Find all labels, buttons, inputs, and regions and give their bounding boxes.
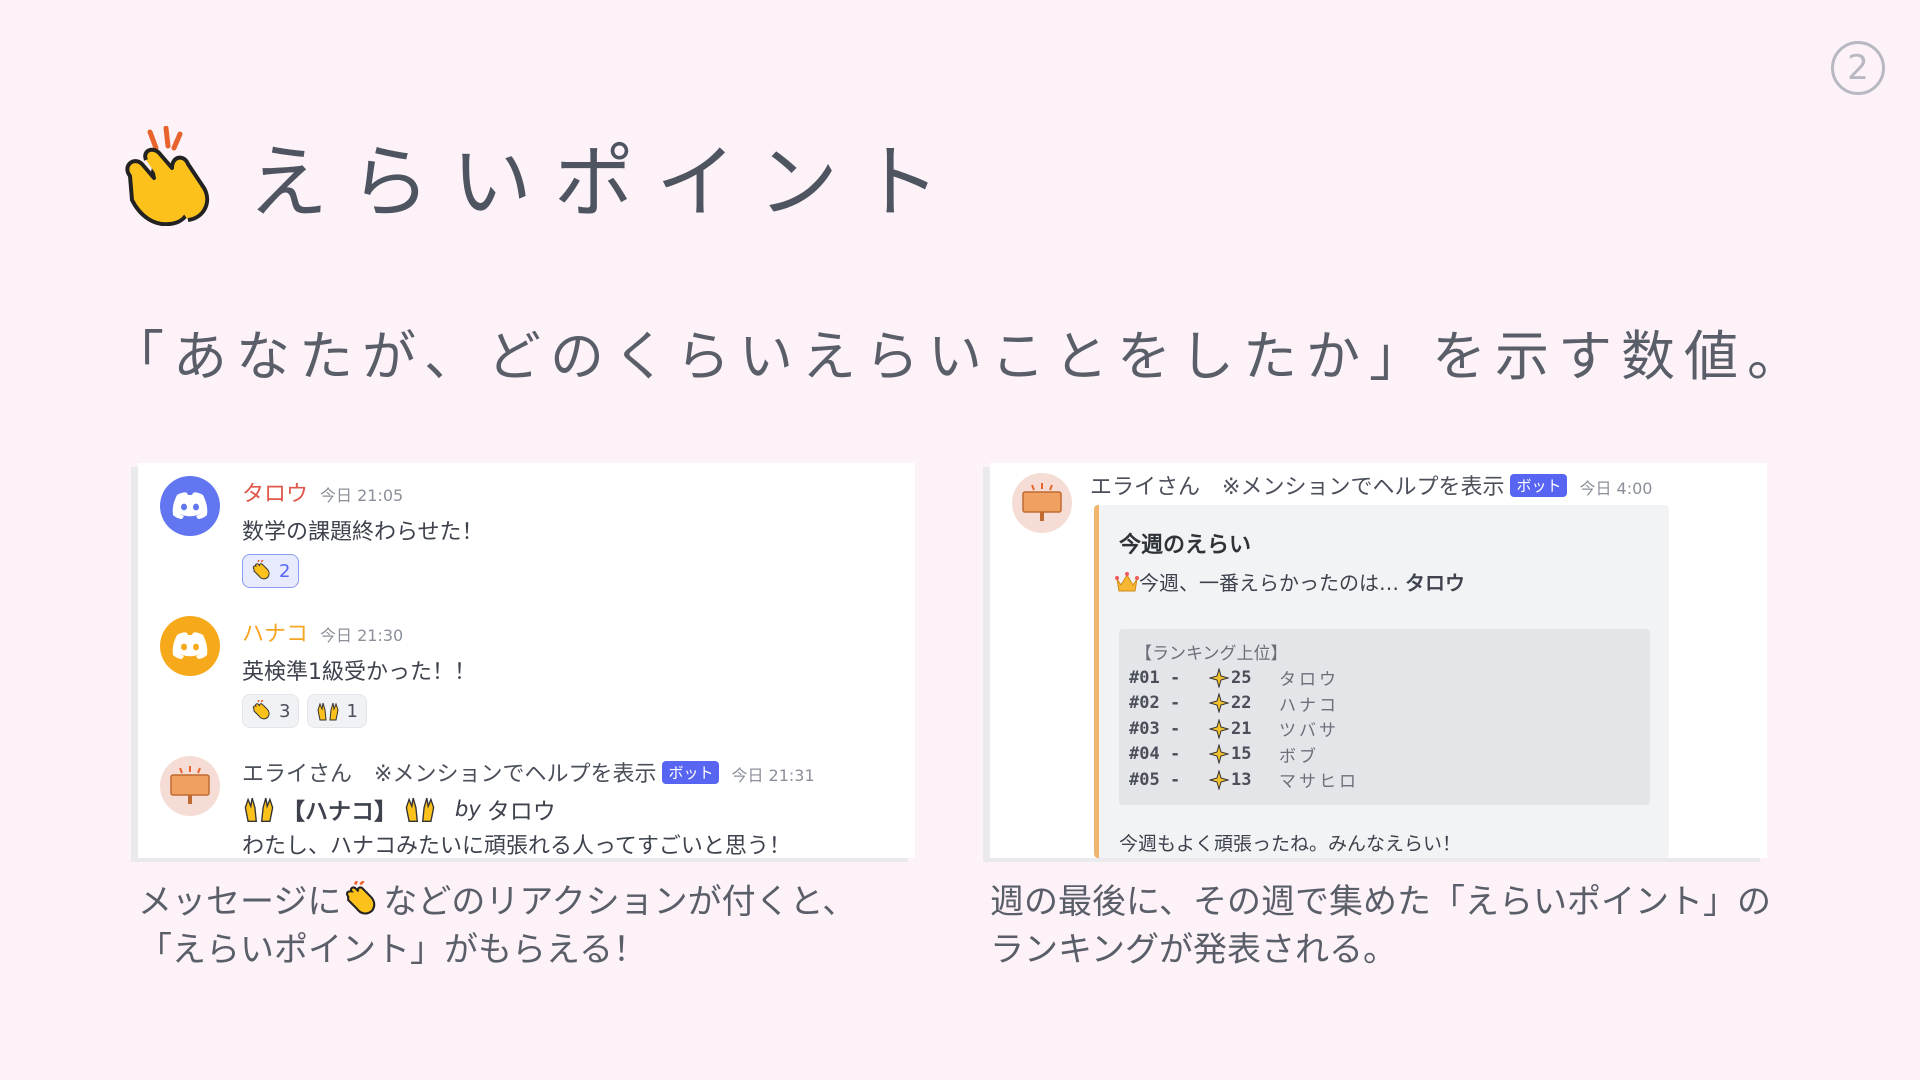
- rank-number: #01 -: [1129, 667, 1181, 688]
- reaction-count: 1: [346, 700, 358, 722]
- bot-tag: ボット: [1510, 474, 1568, 497]
- rank-user-name: ボブ: [1279, 746, 1319, 767]
- avatar: [160, 476, 220, 536]
- raising-hands-icon: [317, 702, 339, 721]
- bot-username[interactable]: エライさん: [1090, 469, 1200, 501]
- reaction-count: 3: [279, 700, 291, 722]
- ranking-row: #01 - 25 タロウ: [1129, 665, 1640, 691]
- ranking-list: #01 -25 タロウ #02 -22 ハナコ #03 -21 ツバサ #04 -15 ボブ #…: [1129, 665, 1640, 793]
- praise-name: 【ハナコ】: [282, 799, 397, 825]
- caption-right: 週の最後に、その週で集めた「えらいポイント」の ランキングが発表される。: [990, 878, 1771, 974]
- score-value: 22: [1231, 693, 1252, 714]
- rank-score: 13: [1209, 769, 1279, 790]
- reactions: 2: [242, 554, 892, 588]
- ranking-row: #04 - 15 ボブ: [1129, 742, 1640, 768]
- caption-text: などのリアクションが付くと、: [383, 882, 857, 922]
- timestamp: 今日 4:00: [1579, 479, 1653, 498]
- username[interactable]: ハナコ: [242, 616, 308, 648]
- rank-number: #03 -: [1129, 718, 1181, 739]
- ranking-row: #03 - 21 ツバサ: [1129, 716, 1640, 742]
- timestamp: 今日 21:31: [731, 766, 815, 785]
- title-row: えらいポイント: [120, 118, 962, 234]
- clapping-hands-icon: [252, 700, 270, 720]
- bot-tag: ボット: [662, 761, 720, 784]
- message-text: 英検準1級受かった！！: [242, 660, 476, 685]
- rank-number: #02 -: [1129, 693, 1181, 714]
- rank-score: 15: [1209, 744, 1279, 765]
- rank-number: #05 -: [1129, 769, 1181, 790]
- ranking-row: #02 - 22 ハナコ: [1129, 691, 1640, 717]
- clapping-hands-icon: [125, 126, 210, 226]
- by-label: by: [455, 797, 481, 821]
- caption-text: メッセージに: [138, 882, 342, 922]
- ranking-codeblock: 【ランキング上位】 #01 - 25 タロウ #02 - 22 ハナコ #03 - 21 ツバサ…: [1119, 629, 1650, 805]
- sparkle-icon: [1209, 769, 1229, 790]
- bot-username[interactable]: エライさん: [242, 756, 352, 788]
- rank-score: 21: [1209, 718, 1279, 739]
- rank-score: 22: [1209, 693, 1279, 714]
- score-value: 25: [1231, 667, 1252, 688]
- discord-logo-icon: [172, 492, 208, 519]
- embed-title: 今週のえらい: [1119, 533, 1252, 558]
- bot-help-note: ※メンションでヘルプを表示: [1222, 475, 1505, 500]
- reaction-count: 2: [279, 560, 291, 582]
- page-title: えらいポイント: [248, 136, 962, 229]
- caption-text: ランキングが発表される。: [990, 930, 1397, 970]
- discord-logo-icon: [172, 632, 208, 659]
- ranking-embed: 今週のえらい 今週、一番えらかったのは… タロウ 【ランキング上位】 #01 -…: [1094, 505, 1669, 858]
- rank-score: 25: [1209, 667, 1279, 688]
- score-value: 15: [1231, 744, 1252, 765]
- page-subtitle: 「あなたが、どのくらいえらいことをしたか」を示す数値。: [110, 325, 1810, 388]
- chat-screenshot-reactions: タロウ 今日 21:05 数学の課題終わらせた！ 2 ハナコ 今日 21:30 …: [138, 463, 915, 859]
- sparkle-icon: [1209, 667, 1229, 688]
- score-value: 21: [1231, 718, 1252, 739]
- embed-description: 今週、一番えらかったのは… タロウ: [1115, 567, 1465, 596]
- sparkle-icon: [1209, 718, 1229, 739]
- bot-avatar: [160, 756, 220, 816]
- rank-user-name: マサヒロ: [1279, 772, 1359, 793]
- by-name: タロウ: [486, 799, 556, 825]
- bot-sign-icon: [170, 766, 210, 804]
- message-text: わたし、ハナコみたいに頑張れる人ってすごいと思う！: [242, 834, 791, 859]
- embed-desc-text: 今週、一番えらかったのは…: [1139, 571, 1399, 595]
- bot-sign-icon: [1022, 483, 1062, 521]
- timestamp: 今日 21:30: [320, 626, 404, 645]
- clapping-hands-icon: [252, 560, 270, 580]
- score-value: 13: [1231, 769, 1252, 790]
- timestamp: 今日 21:05: [320, 486, 404, 505]
- rank-user-name: ハナコ: [1279, 695, 1339, 716]
- caption-left: メッセージに などのリアクションが付くと、 「えらいポイント」がもらえる！: [138, 878, 856, 974]
- crown-icon: [1115, 571, 1139, 591]
- username[interactable]: タロウ: [242, 476, 308, 508]
- bot-avatar: [1012, 473, 1072, 533]
- reaction-clap[interactable]: 2: [242, 554, 300, 588]
- message-text: 数学の課題終わらせた！: [242, 520, 484, 545]
- ranking-row: #05 - 13 マサヒロ: [1129, 767, 1640, 793]
- chat-screenshot-ranking: エライさん ※メンションでヘルプを表示 ボット 今日 4:00 今週のえらい 今…: [990, 463, 1767, 858]
- praise-line: 【ハナコ】 by タロウ: [242, 792, 892, 826]
- caption-text: 週の最後に、その週で集めた「えらいポイント」の: [990, 882, 1771, 922]
- caption-text: 「えらいポイント」がもらえる！: [138, 930, 647, 970]
- reactions: 3 1: [242, 694, 892, 728]
- winner-name: タロウ: [1405, 571, 1465, 595]
- raising-hands-icon: [244, 797, 274, 822]
- page-number: 2: [1831, 41, 1885, 95]
- sparkle-icon: [1209, 693, 1229, 714]
- embed-footer: 今週もよく頑張ったね。みんなえらい！: [1119, 833, 1462, 855]
- sparkle-icon: [1209, 744, 1229, 765]
- rank-user-name: タロウ: [1279, 670, 1339, 691]
- ranking-header: 【ランキング上位】: [1135, 644, 1288, 664]
- reaction-raising-hands[interactable]: 1: [307, 694, 367, 728]
- avatar: [160, 616, 220, 676]
- raising-hands-icon: [405, 797, 435, 822]
- reaction-clap[interactable]: 3: [242, 694, 300, 728]
- clapping-hands-icon: [346, 881, 376, 915]
- bot-help-note: ※メンションでヘルプを表示: [374, 762, 657, 787]
- rank-number: #04 -: [1129, 744, 1181, 765]
- rank-user-name: ツバサ: [1279, 721, 1339, 742]
